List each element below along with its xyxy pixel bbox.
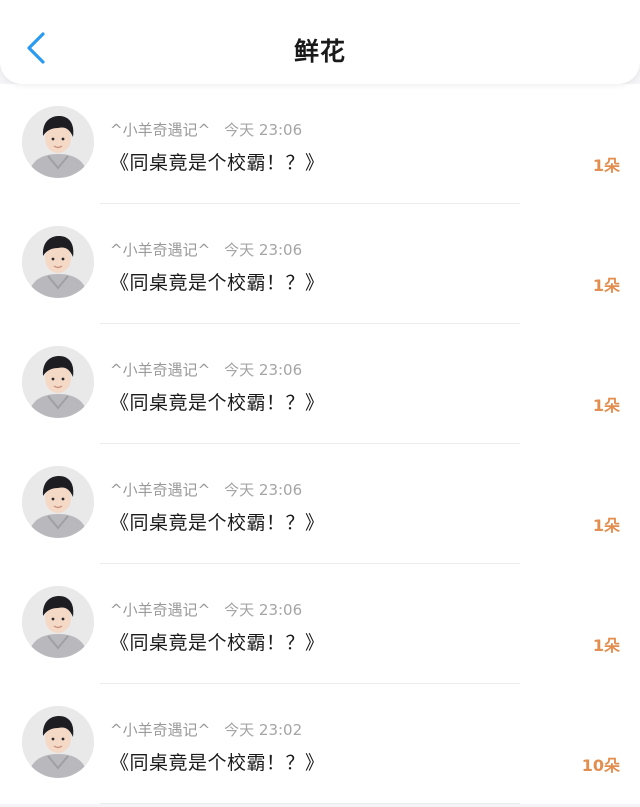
flower-list: ^小羊奇遇记^ 今天 23:06 《同桌竟是个校霸！？》 1朵 ^小羊奇遇记^ … [0, 84, 640, 804]
timestamp: 今天 23:06 [224, 601, 303, 619]
book-title[interactable]: 《同桌竟是个校霸！？》 [110, 508, 325, 535]
flower-count: 1朵 [592, 516, 620, 535]
username[interactable]: ^小羊奇遇记^ [110, 601, 210, 619]
book-title[interactable]: 《同桌竟是个校霸！？》 [110, 628, 325, 655]
avatar[interactable] [22, 586, 94, 658]
top-bar: 鲜花 [0, 0, 640, 84]
username[interactable]: ^小羊奇遇记^ [110, 241, 210, 259]
username[interactable]: ^小羊奇遇记^ [110, 721, 210, 739]
avatar[interactable] [22, 346, 94, 418]
avatar-image [22, 106, 94, 178]
flower-count: 1朵 [592, 396, 620, 415]
flower-count: 1朵 [592, 636, 620, 655]
list-item[interactable]: ^小羊奇遇记^ 今天 23:06 《同桌竟是个校霸！？》 1朵 [0, 324, 640, 444]
username[interactable]: ^小羊奇遇记^ [110, 481, 210, 499]
book-title[interactable]: 《同桌竟是个校霸！？》 [110, 748, 325, 775]
item-meta: ^小羊奇遇记^ 今天 23:06 [110, 599, 302, 620]
item-meta: ^小羊奇遇记^ 今天 23:02 [110, 719, 302, 740]
item-meta: ^小羊奇遇记^ 今天 23:06 [110, 119, 302, 140]
item-meta: ^小羊奇遇记^ 今天 23:06 [110, 359, 302, 380]
book-title[interactable]: 《同桌竟是个校霸！？》 [110, 148, 325, 175]
avatar[interactable] [22, 106, 94, 178]
flower-count: 1朵 [592, 156, 620, 175]
avatar-image [22, 346, 94, 418]
timestamp: 今天 23:06 [224, 241, 303, 259]
flower-count: 10朵 [581, 756, 620, 775]
timestamp: 今天 23:06 [224, 481, 303, 499]
list-item[interactable]: ^小羊奇遇记^ 今天 23:02 《同桌竟是个校霸！？》 10朵 [0, 684, 640, 804]
avatar-image [22, 586, 94, 658]
avatar[interactable] [22, 706, 94, 778]
timestamp: 今天 23:02 [224, 721, 303, 739]
username[interactable]: ^小羊奇遇记^ [110, 121, 210, 139]
page-title: 鲜花 [293, 37, 346, 66]
timestamp: 今天 23:06 [224, 361, 303, 379]
timestamp: 今天 23:06 [224, 121, 303, 139]
avatar-image [22, 466, 94, 538]
divider [100, 803, 520, 804]
avatar-image [22, 706, 94, 778]
flower-count: 1朵 [592, 276, 620, 295]
username[interactable]: ^小羊奇遇记^ [110, 361, 210, 379]
avatar[interactable] [22, 466, 94, 538]
book-title[interactable]: 《同桌竟是个校霸！？》 [110, 388, 325, 415]
list-item[interactable]: ^小羊奇遇记^ 今天 23:06 《同桌竟是个校霸！？》 1朵 [0, 84, 640, 204]
avatar[interactable] [22, 226, 94, 298]
avatar-image [22, 226, 94, 298]
list-item[interactable]: ^小羊奇遇记^ 今天 23:06 《同桌竟是个校霸！？》 1朵 [0, 444, 640, 564]
list-item[interactable]: ^小羊奇遇记^ 今天 23:06 《同桌竟是个校霸！？》 1朵 [0, 564, 640, 684]
item-meta: ^小羊奇遇记^ 今天 23:06 [110, 479, 302, 500]
list-item[interactable]: ^小羊奇遇记^ 今天 23:06 《同桌竟是个校霸！？》 1朵 [0, 204, 640, 324]
item-meta: ^小羊奇遇记^ 今天 23:06 [110, 239, 302, 260]
book-title[interactable]: 《同桌竟是个校霸！？》 [110, 268, 325, 295]
